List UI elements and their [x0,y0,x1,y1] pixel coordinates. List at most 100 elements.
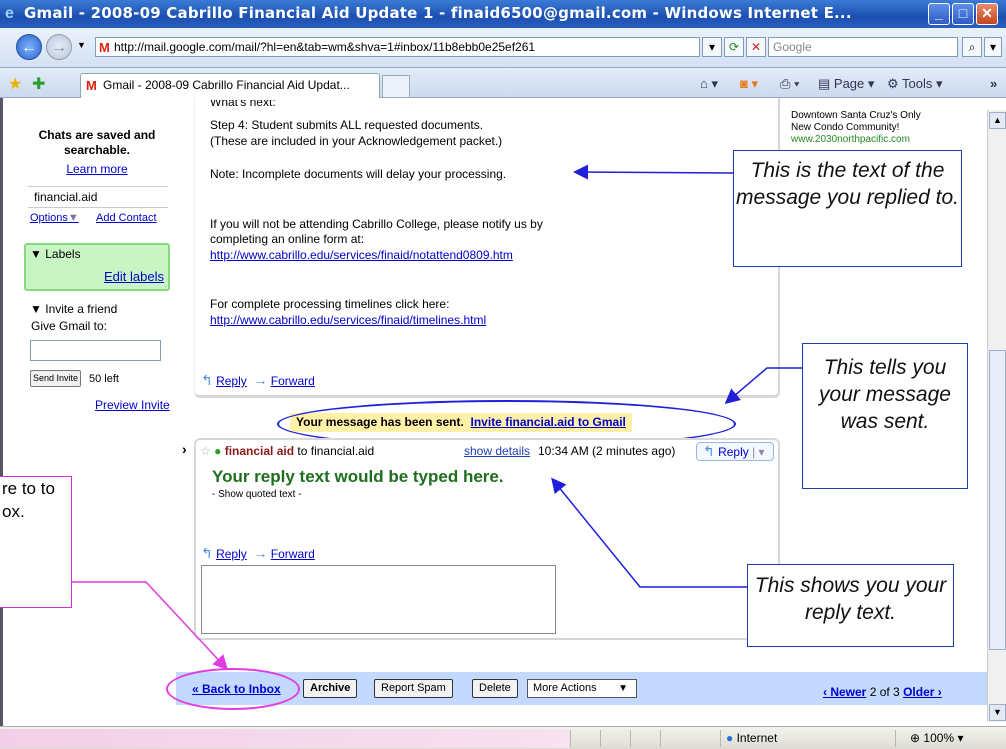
divider [28,207,168,208]
invite-email-input[interactable] [30,340,161,361]
ad-url: www.2030northpacific.com [791,134,910,145]
status-separator [895,730,896,747]
sponsored-ad[interactable]: Downtown Santa Cruz's Only New Condo Com… [791,110,921,146]
sender-name[interactable]: financial aid [225,444,294,458]
minimize-button[interactable]: _ [928,3,950,25]
status-separator [720,730,721,747]
older-link[interactable]: Older › [903,685,942,699]
give-gmail-label: Give Gmail to: [31,319,108,333]
edit-labels-link[interactable]: Edit labels [104,269,164,284]
search-icon[interactable]: ⌕ [962,37,982,57]
learn-more-link[interactable]: Learn more [66,162,127,176]
status-separator [630,730,631,747]
zone-label: Internet [736,731,778,745]
send-invite-button[interactable]: Send Invite [30,370,82,387]
search-options-icon[interactable]: ▾ [984,37,1002,57]
invite-title: Invite a friend [45,302,118,316]
scroll-down-icon[interactable]: ▼ [989,704,1006,721]
message-line: If you will not be attending Cabrillo Co… [210,217,543,231]
reply-textarea[interactable] [201,565,556,634]
refresh-icon[interactable]: ⟳ [724,37,744,57]
timelines-link[interactable]: http://www.cabrillo.edu/services/finaid/… [210,313,486,327]
zoom-control[interactable]: ⊕ 100% ▾ [910,731,963,745]
gmail-favicon-icon: M [86,78,97,93]
recipient: to financial.aid [297,444,375,458]
gmail-favicon-icon: M [99,40,110,55]
add-favorites-icon[interactable]: ✚ [32,74,45,94]
url-text: http://mail.google.com/mail/?hl=en&tab=w… [114,40,536,54]
stop-icon[interactable]: ✕ [746,37,766,57]
callout-replied-to: This is the text of the message you repl… [733,150,962,267]
search-input[interactable]: Google [768,37,958,57]
labels-title: Labels [45,247,81,261]
back-nav-button[interactable]: ← [16,34,42,60]
star-outline-icon[interactable]: ☆ [200,444,211,458]
message-line: (These are included in your Acknowledgem… [210,134,503,148]
close-window-button[interactable]: ✕ [976,3,998,25]
scroll-thumb[interactable] [989,350,1006,650]
tools-menu[interactable]: ⚙ Tools ▾ [887,76,943,92]
divider [28,186,168,187]
security-zone[interactable]: ● Internet [726,731,777,745]
status-bar: ● Internet ⊕ 100% ▾ [0,726,1006,749]
newer-link[interactable]: ‹ Newer [823,685,866,699]
callout-was-sent: This tells you your message was sent. [802,343,968,489]
callout-reply-text: This shows you your reply text. [747,564,954,647]
maximize-button[interactable]: □ [952,3,974,25]
message1-actions: ↰ Reply → Forward [201,372,315,389]
window-title: Gmail - 2008-09 Cabrillo Financial Aid U… [24,4,852,22]
pager-position: 2 of 3 [869,685,900,699]
message-note: Note: Incomplete documents will delay yo… [210,167,507,181]
reply-dropdown-icon[interactable]: | ▾ [752,445,764,459]
message2-header: ☆ ● financial aid to financial.aid [200,444,374,458]
tab-gmail[interactable]: M Gmail - 2008-09 Cabrillo Financial Aid… [80,73,380,98]
chevron-right-icon[interactable]: » [990,76,997,91]
annotation-ellipse-magenta [166,668,300,710]
address-input[interactable]: M http://mail.google.com/mail/?hl=en&tab… [95,37,700,57]
print-icon[interactable]: ⎙ ▾ [780,76,799,92]
forward-nav-button[interactable]: → [46,34,72,60]
feeds-icon[interactable]: ◙ ▾ [740,76,758,92]
labels-toggle[interactable]: ▼ Labels [30,247,81,261]
reply-link[interactable]: Reply [216,547,247,561]
favorites-star-icon[interactable]: ★ [8,74,22,94]
archive-button[interactable]: Archive [303,679,358,698]
preview-invite-link[interactable]: Preview Invite [95,398,170,412]
scrollbar[interactable]: ▲ ▼ [987,110,1006,722]
home-icon[interactable]: ⌂ ▾ [700,76,718,92]
window-left-border [0,98,3,726]
url-dropdown-button[interactable]: ▾ [702,37,722,57]
reply-link[interactable]: Reply [216,374,247,388]
show-details-link[interactable]: show details [464,444,530,458]
history-dropdown-icon[interactable]: ▼ [77,40,86,50]
chats-saved-text: Chats are saved and searchable. [38,128,156,157]
reply-button[interactable]: ↰ Reply | ▾ [696,442,774,461]
not-attending-link[interactable]: http://www.cabrillo.edu/services/finaid/… [210,248,513,262]
ad-line: Downtown Santa Cruz's Only [791,110,921,121]
page-menu[interactable]: ▤ Page ▾ [818,76,874,92]
scroll-up-icon[interactable]: ▲ [989,112,1006,129]
message-time: 10:34 AM (2 minutes ago) [538,444,676,458]
show-quoted-text-link[interactable]: - Show quoted text - [212,489,302,500]
invite-toggle[interactable]: ▼ Invite a friend [30,302,117,316]
message-line: What's next: [210,100,276,109]
delete-button[interactable]: Delete [472,679,518,698]
forward-link[interactable]: Forward [271,547,315,561]
window-title-bar: e Gmail - 2008-09 Cabrillo Financial Aid… [0,0,1006,28]
status-separator [600,730,601,747]
status-separator [660,730,661,747]
report-spam-button[interactable]: Report Spam [374,679,453,698]
reply-button-label: Reply [718,445,749,459]
new-tab-button[interactable] [382,75,410,97]
options-link[interactable]: Options▼ [30,212,79,224]
invites-left-count: 50 left [89,373,119,385]
contact-financial-aid[interactable]: financial.aid [34,190,97,204]
triangle-down-icon: ▼ [30,247,42,261]
online-dot-icon: ● [214,444,222,458]
conversation-pager: ‹ Newer 2 of 3 Older › [823,685,942,699]
more-actions-select[interactable]: More Actions ▼ [527,679,637,698]
forward-arrow-icon: → [253,372,268,388]
add-contact-link[interactable]: Add Contact [96,212,157,224]
forward-arrow-icon: → [253,545,268,561]
forward-link[interactable]: Forward [271,374,315,388]
